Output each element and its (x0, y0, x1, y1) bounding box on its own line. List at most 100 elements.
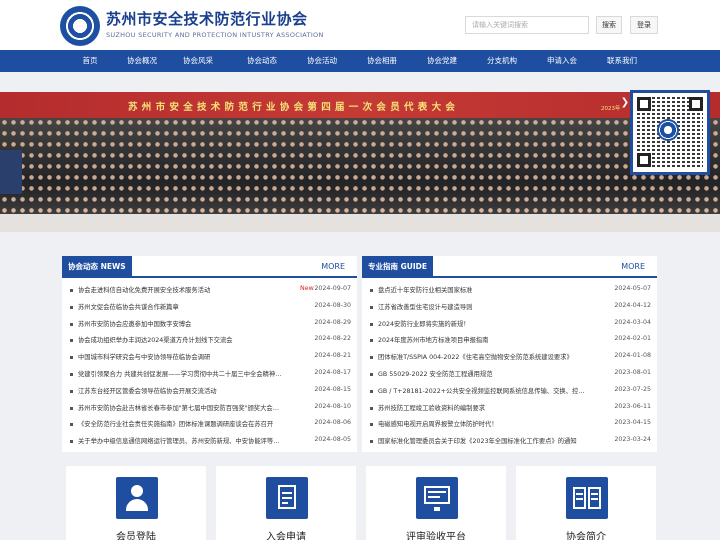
nav-item-album[interactable]: 协会相册 (360, 50, 404, 72)
list-item-title[interactable]: 苏州文促会莅临协会共谋合作新篇章 (78, 302, 298, 311)
list-item[interactable]: GB 55029-2022 安全防范工程通用规范 2023-08-01 (362, 366, 657, 383)
list-item-date: 2024-08-22 (314, 335, 351, 343)
bullet-icon (370, 339, 373, 343)
nav-item-join[interactable]: 申请入会 (540, 50, 584, 72)
list-item[interactable]: 团体标准T/SSPIA 004-2022《住宅高空抛物安全防范系统建设要求》 20… (362, 349, 657, 366)
monitor-platform-icon (416, 477, 458, 519)
list-item[interactable]: 党建引领聚合力 共建共创促发展——学习贯彻中共二十届三中全会精神… 2024-08… (62, 366, 357, 383)
card-application[interactable]: 入会申请 (216, 466, 356, 540)
card-label: 评审验收平台 (406, 532, 466, 540)
banner-next-arrow-icon[interactable]: ❯ (620, 96, 630, 110)
list-item-date: 2024-08-06 (314, 419, 351, 427)
guide-list: 盘点近十年安防行业相关国家标准 2024-05-07 江苏省改善型住宅设计与建造导则… (362, 282, 657, 450)
bullet-icon (70, 406, 73, 410)
list-item-title[interactable]: 2024年度苏州市地方标准项目申报指南 (378, 335, 598, 344)
list-item-title[interactable]: 苏州技防工程竣工验收资料的编制要求 (378, 403, 598, 412)
list-item-date: 2023-04-15 (614, 419, 651, 427)
list-item[interactable]: 江苏省改善型住宅设计与建造导则 2024-04-12 (362, 299, 657, 316)
list-item-title[interactable]: 协会走进科信自动化免费开展安全技术服务活动 (78, 285, 298, 294)
list-item[interactable]: 《安全防范行业社会责任实施指南》团体标准课题调研座谈会在苏召开 2024-08-0… (62, 416, 357, 433)
search-button[interactable]: 搜索 (596, 16, 622, 34)
list-item[interactable]: 协会成功组织举办丰润达2024渠道方舟计划线下交流会 2024-08-22 (62, 332, 357, 349)
list-item-title[interactable]: 苏州市安防协会赴吉林省长春市参加"第七届中国安防百强奖"颁奖大会… (78, 403, 298, 412)
login-button[interactable]: 登录 (630, 16, 658, 34)
bullet-icon (70, 305, 73, 309)
nav-item-home[interactable]: 首页 (72, 50, 108, 72)
list-item-title[interactable]: 国家标准化管理委员会关于印发《2023年全国标准化工作要点》的通知 (378, 436, 598, 445)
list-item[interactable]: 2024安防行业即将实施的新规！ 2024-03-04 (362, 316, 657, 333)
list-item-title[interactable]: 关于举办中级信息通信网络运行管理员、苏州安防新规、中安协能评等… (78, 436, 298, 445)
list-item-date: 2024-04-12 (614, 301, 651, 309)
list-item-date: 2024-08-10 (314, 402, 351, 410)
list-item[interactable]: 盘点近十年安防行业相关国家标准 2024-05-07 (362, 282, 657, 299)
site-title: 苏州市安全技术防范行业协会 (106, 10, 308, 28)
card-member-login[interactable]: 会员登陆 (66, 466, 206, 540)
list-item-title[interactable]: 《安全防范行业社会责任实施指南》团体标准课题调研座谈会在苏召开 (78, 419, 298, 428)
qr-code-panel[interactable] (630, 90, 710, 175)
search-input[interactable] (465, 16, 589, 34)
list-item[interactable]: 电磁感知电视开启周界报警立体防护时代！ 2023-04-15 (362, 416, 657, 433)
list-item[interactable]: 苏州市安防协会应邀参加中国数字安博会 2024-08-29 (62, 316, 357, 333)
list-item[interactable]: 中国城市科学研究会与中安协领导莅临协会调研 2024-08-21 (62, 349, 357, 366)
list-item[interactable]: 2024年度苏州市地方标准项目申报指南 2024-02-01 (362, 332, 657, 349)
nav-item-party[interactable]: 协会党建 (420, 50, 464, 72)
list-item-title[interactable]: 协会成功组织举办丰润达2024渠道方舟计划线下交流会 (78, 335, 298, 344)
banner-floor (0, 214, 720, 232)
nav-item-contact[interactable]: 联系我们 (600, 50, 644, 72)
list-item-title[interactable]: 江苏东台经开区管委会领导莅临协会开展交流活动 (78, 386, 298, 395)
nav-item-news[interactable]: 协会动态 (240, 50, 284, 72)
new-badge: New (300, 285, 314, 292)
list-item-title[interactable]: 2024安防行业即将实施的新规！ (378, 319, 598, 328)
list-item[interactable]: 苏州技防工程竣工验收资料的编制要求 2023-06-11 (362, 400, 657, 417)
list-item[interactable]: 协会走进科信自动化免费开展安全技术服务活动 New 2024-09-07 (62, 282, 357, 299)
qr-corner (637, 97, 651, 111)
list-item-date: 2024-08-15 (314, 385, 351, 393)
list-item-title[interactable]: 电磁感知电视开启周界报警立体防护时代！ (378, 419, 598, 428)
list-item-date: 2024-08-21 (314, 352, 351, 360)
list-item-date: 2024-08-17 (314, 368, 351, 376)
card-about[interactable]: 协会简介 (516, 466, 656, 540)
nav-item-overview[interactable]: 协会概况 (120, 50, 164, 72)
list-item[interactable]: 江苏东台经开区管委会领导莅临协会开展交流活动 2024-08-15 (62, 383, 357, 400)
bullet-icon (370, 423, 373, 427)
list-item[interactable]: GB / T+28181-2022+公共安全视频监控联网系统信息传输、交换、控…… (362, 383, 657, 400)
list-item-date: 2024-02-01 (614, 335, 651, 343)
bullet-icon (370, 389, 373, 393)
list-item[interactable]: 苏州文促会莅临协会共谋合作新篇章 2024-08-30 (62, 299, 357, 316)
list-item-title[interactable]: GB / T+28181-2022+公共安全视频监控联网系统信息传输、交换、控… (378, 386, 598, 395)
guide-panel: 专业指南 GUIDE MORE 盘点近十年安防行业相关国家标准 2024-05-0… (362, 256, 657, 452)
list-item-title[interactable]: 团体标准T/SSPIA 004-2022《住宅高空抛物安全防范系统建设要求》 (378, 352, 598, 361)
bullet-icon (70, 322, 73, 326)
list-item-title[interactable]: 苏州市安防协会应邀参加中国数字安博会 (78, 319, 298, 328)
nav-item-activities[interactable]: 协会活动 (300, 50, 344, 72)
site-subtitle: SUZHOU SECURITY AND PROTECTION INTUSTRY … (106, 31, 324, 39)
book-intro-icon (566, 477, 608, 519)
list-item[interactable]: 国家标准化管理委员会关于印发《2023年全国标准化工作要点》的通知 2023-03… (362, 433, 657, 450)
banner-side-screen (0, 150, 22, 194)
list-item-title[interactable]: GB 55029-2022 安全防范工程通用规范 (378, 369, 598, 378)
news-panel-title: 协会动态 NEWS (62, 256, 132, 278)
hero-banner[interactable]: 苏州市安全技术防范行业协会第四届一次会员代表大会 2023年 (0, 92, 720, 232)
card-review-platform[interactable]: 评审验收平台 (366, 466, 506, 540)
association-logo-icon[interactable] (60, 6, 100, 46)
banner-headline: 苏州市安全技术防范行业协会第四届一次会员代表大会 (128, 102, 460, 113)
banner-year: 2023年 (601, 106, 621, 112)
main-nav: 首页 协会概况 协会风采 协会动态 协会活动 协会相册 协会党建 分支机构 申请… (0, 50, 720, 72)
member-login-icon (116, 477, 158, 519)
list-item-title[interactable]: 盘点近十年安防行业相关国家标准 (378, 285, 598, 294)
list-item-title[interactable]: 中国城市科学研究会与中安协领导莅临协会调研 (78, 352, 298, 361)
guide-more-link[interactable]: MORE (621, 262, 645, 271)
list-item[interactable]: 苏州市安防协会赴吉林省长春市参加"第七届中国安防百强奖"颁奖大会… 2024-08… (62, 400, 357, 417)
qr-logo-icon (657, 119, 679, 141)
list-item-title[interactable]: 江苏省改善型住宅设计与建造导则 (378, 302, 598, 311)
card-label: 会员登陆 (116, 532, 156, 540)
bullet-icon (70, 339, 73, 343)
list-item[interactable]: 关于举办中级信息通信网络运行管理员、苏州安防新规、中安协能评等… 2024-08-… (62, 433, 357, 450)
bullet-icon (370, 372, 373, 376)
guide-panel-title: 专业指南 GUIDE (362, 256, 433, 278)
list-item-title[interactable]: 党建引领聚合力 共建共创促发展——学习贯彻中共二十届三中全会精神… (78, 369, 298, 378)
news-more-link[interactable]: MORE (321, 262, 345, 271)
nav-item-style[interactable]: 协会风采 (176, 50, 220, 72)
guide-panel-header: 专业指南 GUIDE MORE (362, 256, 657, 278)
nav-item-branches[interactable]: 分支机构 (480, 50, 524, 72)
